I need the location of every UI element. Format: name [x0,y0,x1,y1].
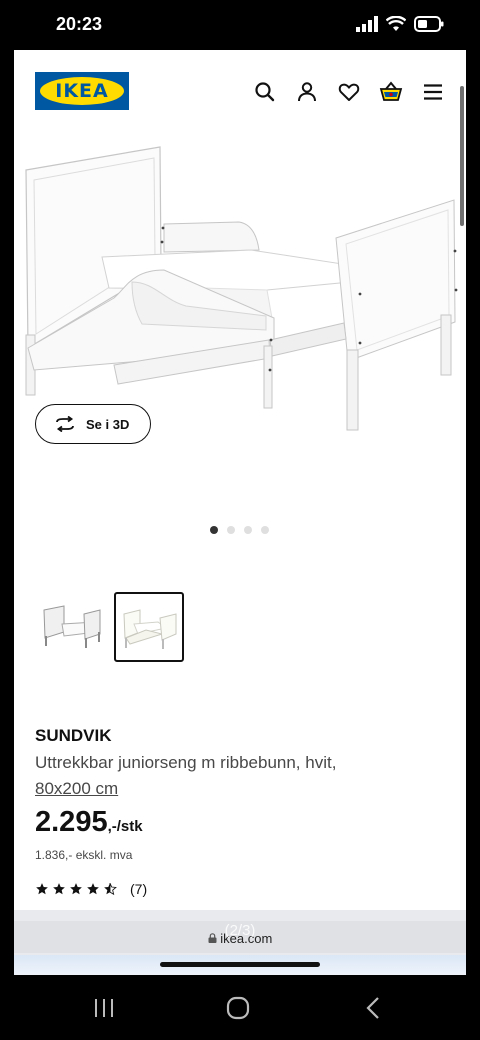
signal-icon [356,16,378,32]
battery-icon [414,16,444,32]
price-excl-vat: 1.836,- ekskl. mva [35,848,133,862]
view-3d-label: Se i 3D [86,416,130,432]
size-link[interactable]: 80x200 cm [35,779,118,798]
status-time: 20:23 [56,14,103,34]
ikea-logo[interactable]: IKEA [35,72,129,110]
product-image[interactable] [14,140,466,550]
search-icon[interactable] [253,80,277,104]
page-counter: (2/3) [224,922,256,939]
recent-apps-icon[interactable] [92,997,116,1019]
thumbnail-bed-grey-image [43,605,101,648]
site-header: IKEA [14,50,466,226]
home-icon[interactable] [226,996,250,1020]
status-bar: 20:23 [0,0,480,50]
star-full-icon [70,883,82,895]
logo-text: IKEA [55,80,109,102]
price-unit: ,-/stk [107,818,143,835]
carousel-dot-2[interactable] [227,526,235,534]
wifi-icon [386,16,406,31]
carousel-dot-1[interactable] [210,526,218,534]
rating-count: (7) [130,881,148,897]
bed-illustration [25,146,458,431]
star-full-icon [87,883,99,895]
product-description: Uttrekkbar juniorseng m ribbebunn, hvit,… [35,750,415,802]
view-3d-button[interactable]: Se i 3D [35,404,151,444]
profile-icon[interactable] [295,80,319,104]
carousel-dots [210,526,269,534]
system-nav-bar [0,975,480,1040]
star-half-icon [104,882,117,896]
home-indicator[interactable] [160,962,320,967]
carousel-dot-4[interactable] [261,526,269,534]
product-brand: SUNDVIK [35,726,112,745]
menu-icon[interactable] [421,80,445,104]
price-amount: 2.295 [35,806,108,838]
back-icon[interactable] [364,996,382,1020]
product-rating[interactable]: (7) [35,881,147,897]
browser-viewport: IKEA Se i 3D SUNDVIK Uttrekkbar juniorse… [14,50,466,975]
basket-icon[interactable] [379,80,403,104]
carousel-dot-3[interactable] [244,526,252,534]
thumbnail-bed-white-image [123,609,177,649]
star-full-icon [53,883,65,895]
product-price: 2.295 ,-/stk [35,806,143,839]
thumbnail-2[interactable] [114,592,184,662]
thumbnail-1[interactable] [36,592,106,662]
product-description-text: Uttrekkbar juniorseng m ribbebunn, hvit, [35,753,337,772]
star-full-icon [36,883,48,895]
rotate-3d-icon [56,416,74,432]
heart-icon[interactable] [337,80,361,104]
